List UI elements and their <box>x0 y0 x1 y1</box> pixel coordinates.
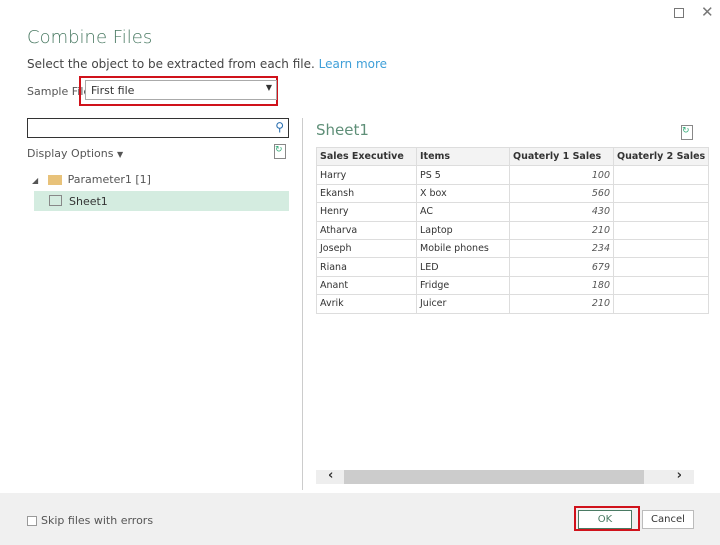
table-cell: 679 <box>509 257 614 277</box>
table-cell: 210 <box>509 294 614 314</box>
horizontal-scrollbar[interactable]: ‹ › <box>316 468 694 484</box>
sample-file-value: First file <box>91 84 135 97</box>
skip-files-checkbox[interactable]: Skip files with errors <box>27 514 153 527</box>
folder-icon <box>47 175 62 185</box>
column-header: Quaterly 1 Sales <box>509 146 614 167</box>
table-cell: Harry <box>316 165 417 185</box>
table-cell <box>612 220 710 240</box>
search-icon: ⚲ <box>275 120 284 134</box>
table-cell: Avrik <box>316 294 417 314</box>
table-cell <box>612 183 710 204</box>
table-cell: 210 <box>509 220 614 240</box>
table-cell: 180 <box>509 275 614 296</box>
table-cell: Ekansh <box>316 183 417 204</box>
table-cell <box>612 238 710 259</box>
checkbox-icon <box>27 516 37 526</box>
tree-item-sheet1[interactable]: Sheet1 <box>34 191 289 211</box>
close-button[interactable]: ✕ <box>701 3 714 21</box>
dialog-title: Combine Files <box>27 27 153 48</box>
table-cell: 234 <box>509 238 614 259</box>
column-header: Quaterly 2 Sales <box>612 146 710 167</box>
table-cell: Riana <box>316 257 417 277</box>
refresh-preview-icon[interactable]: ↻ <box>681 125 693 140</box>
table-cell: Henry <box>316 202 417 222</box>
table-cell: Mobile phones <box>416 238 510 259</box>
sheet-label: Sheet1 <box>69 195 108 208</box>
sample-file-dropdown[interactable]: First file ▼ <box>85 80 277 100</box>
table-cell: Laptop <box>416 220 510 240</box>
table-cell: Fridge <box>416 275 510 296</box>
table-cell: Joseph <box>316 238 417 259</box>
chevron-down-icon: ▼ <box>265 83 272 92</box>
panel-divider <box>302 118 303 490</box>
skip-files-label: Skip files with errors <box>41 514 154 527</box>
table-row: Avrik Juicer 210 <box>316 294 710 314</box>
table-cell: X box <box>416 183 510 204</box>
cancel-button[interactable]: Cancel <box>642 510 694 529</box>
table-cell <box>612 202 710 222</box>
display-options-label: Display Options <box>27 147 114 160</box>
table-cell <box>612 165 710 185</box>
learn-more-link[interactable]: Learn more <box>319 57 387 71</box>
dialog-footer: Skip files with errors OK Cancel <box>0 493 720 545</box>
table-row: Ekansh X box 560 <box>316 183 710 204</box>
search-input[interactable]: ⚲ <box>27 118 289 138</box>
ok-button[interactable]: OK <box>578 510 632 529</box>
scroll-right-icon[interactable]: › <box>677 468 682 483</box>
table-cell: 100 <box>509 165 614 185</box>
sheet-icon <box>49 195 62 206</box>
column-header: Sales Executive <box>316 146 417 167</box>
table-cell: PS 5 <box>416 165 510 185</box>
dialog-subtitle: Select the object to be extracted from e… <box>27 57 387 71</box>
table-cell: Anant <box>316 275 417 296</box>
table-cell <box>612 275 710 296</box>
table-row: Joseph Mobile phones 234 <box>316 238 710 259</box>
column-header: Items <box>416 146 510 167</box>
table-cell: 430 <box>509 202 614 222</box>
collapse-icon: ◢ <box>32 176 39 185</box>
table-cell: LED <box>416 257 510 277</box>
refresh-icon[interactable]: ↻ <box>274 144 286 159</box>
table-row: Harry PS 5 100 <box>316 165 710 185</box>
table-row: Atharva Laptop 210 <box>316 220 710 240</box>
table-cell: AC <box>416 202 510 222</box>
table-cell <box>612 294 710 314</box>
scrollbar-thumb[interactable] <box>344 470 644 484</box>
chevron-down-icon: ▼ <box>117 150 124 159</box>
table-row: Henry AC 430 <box>316 202 710 222</box>
table-cell: Juicer <box>416 294 510 314</box>
preview-title: Sheet1 <box>316 121 369 139</box>
folder-label: Parameter1 [1] <box>67 173 151 186</box>
table-row: Anant Fridge 180 <box>316 275 710 296</box>
preview-table: Sales Executive Items Quaterly 1 Sales Quat… <box>316 146 710 314</box>
maximize-button[interactable] <box>674 8 684 18</box>
scroll-left-icon[interactable]: ‹ <box>328 468 333 483</box>
table-cell: 560 <box>509 183 614 204</box>
table-cell <box>612 257 710 277</box>
display-options-button[interactable]: Display Options ▼ <box>27 147 123 160</box>
table-cell: Atharva <box>316 220 417 240</box>
subtitle-text: Select the object to be extracted from e… <box>27 57 315 71</box>
table-row: Riana LED 679 <box>316 257 710 277</box>
tree-folder-parameter1[interactable]: ◢ Parameter1 [1] <box>32 173 151 186</box>
